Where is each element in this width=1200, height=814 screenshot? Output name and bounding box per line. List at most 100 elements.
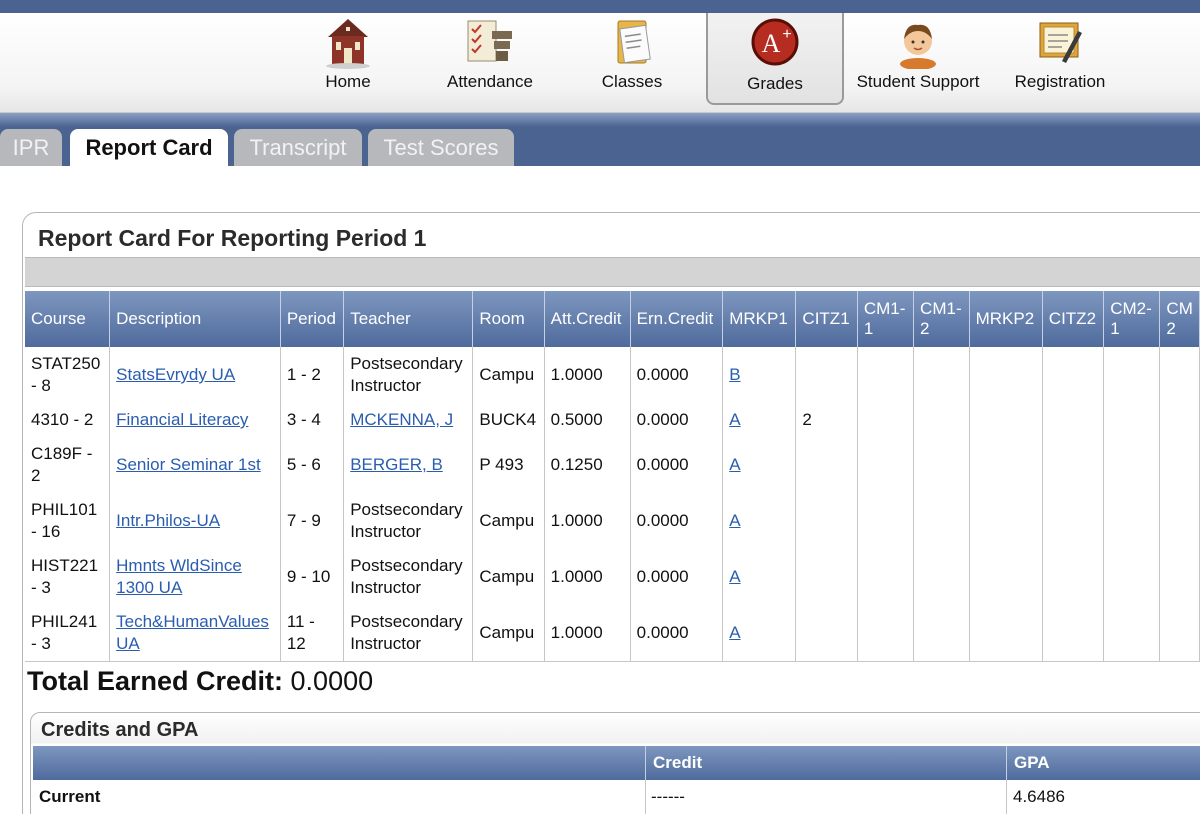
- cell-description: Tech&HumanValues UA: [109, 605, 281, 662]
- cell-course: STAT250 - 8: [25, 347, 111, 403]
- registration-form-icon: [1039, 22, 1082, 63]
- svg-text:A: A: [762, 29, 781, 58]
- cell-mrkp2: [969, 403, 1043, 437]
- cell-description-link[interactable]: Senior Seminar 1st: [116, 455, 261, 474]
- col-mrkp1: MRKP1: [722, 291, 797, 347]
- nav-grades[interactable]: A + Grades: [706, 13, 844, 105]
- cell-room: Campu: [472, 347, 545, 403]
- col-att-credit: Att.Credit: [544, 291, 631, 347]
- cell-mrkp1: A: [722, 549, 797, 605]
- cell-period: 3 - 4: [280, 403, 345, 437]
- cell-teacher: BERGER, B: [343, 437, 474, 493]
- table-row: STAT250 - 8 StatsEvrydy UA 1 - 2 Postsecond…: [25, 347, 1200, 403]
- subtab-bar: IPR Report Card Transcript Test Scores: [0, 113, 1200, 166]
- cell-teacher: Postsecondary Instructor: [343, 493, 474, 549]
- cell-cm1-1: [857, 549, 915, 605]
- nav-classes[interactable]: Classes: [590, 13, 674, 105]
- nav-home-label: Home: [325, 72, 371, 91]
- tab-report-card[interactable]: Report Card: [70, 129, 228, 166]
- cell-citz2: [1042, 493, 1105, 549]
- cell-room: P 493: [472, 437, 545, 493]
- credits-gpa-title: Credits and GPA: [41, 719, 199, 741]
- cell-mrkp1-link[interactable]: B: [729, 365, 740, 384]
- cell-citz2: [1042, 347, 1105, 403]
- cell-cm2-1: [1103, 493, 1161, 549]
- cell-description-link[interactable]: Intr.Philos-UA: [116, 511, 220, 530]
- total-earned-credit-label: Total Earned Credit:: [27, 666, 284, 696]
- cell-period: 9 - 10: [280, 549, 345, 605]
- cell-course: PHIL241 - 3: [25, 605, 111, 662]
- cell-mrkp1: A: [722, 403, 797, 437]
- gpa-row-label: Current: [39, 787, 101, 806]
- cell-mrkp2: [969, 605, 1043, 662]
- nav-registration-label: Registration: [1014, 72, 1106, 91]
- cell-period: 11 - 12: [280, 605, 345, 662]
- cell-course: 4310 - 2: [25, 403, 111, 437]
- cell-att-credit: 0.5000: [544, 403, 631, 437]
- cell-att-credit: 1.0000: [544, 605, 631, 662]
- report-card-title: Report Card For Reporting Period 1: [38, 225, 427, 251]
- cell-mrkp1-link[interactable]: A: [729, 410, 740, 429]
- gpa-row-gpa: 4.6486: [1013, 787, 1065, 806]
- cell-cm1-1: [857, 493, 915, 549]
- cell-ern-credit: 0.0000: [630, 605, 724, 662]
- cell-period: 5 - 6: [280, 437, 345, 493]
- cell-mrkp1-link[interactable]: A: [729, 455, 740, 474]
- cell-cm1-2: [913, 493, 970, 549]
- tab-transcript[interactable]: Transcript: [234, 129, 362, 166]
- top-accent-bar: [0, 0, 1200, 13]
- cell-cm1-1: [857, 403, 915, 437]
- col-citz2: CITZ2: [1042, 291, 1105, 347]
- cell-citz1: [795, 605, 858, 662]
- cell-att-credit: 1.0000: [544, 347, 631, 403]
- cell-description: Senior Seminar 1st: [109, 437, 281, 493]
- cell-citz1: [795, 347, 858, 403]
- cell-att-credit: 1.0000: [544, 493, 631, 549]
- gpa-row-current: Current ------ 4.6486: [33, 780, 1200, 814]
- cell-citz1: [795, 549, 858, 605]
- cell-period: 1 - 2: [280, 347, 345, 403]
- cell-ern-credit: 0.0000: [630, 403, 724, 437]
- cell-mrkp1-link[interactable]: A: [729, 623, 740, 642]
- cell-description-link[interactable]: StatsEvrydy UA: [116, 365, 235, 384]
- cell-cm1-1: [857, 605, 915, 662]
- cell-cm1-2: [913, 403, 970, 437]
- cell-teacher-link[interactable]: MCKENNA, J: [350, 410, 453, 429]
- tab-test-scores[interactable]: Test Scores: [368, 129, 514, 166]
- cell-period: 7 - 9: [280, 493, 345, 549]
- cell-mrkp1-link[interactable]: A: [729, 511, 740, 530]
- nav-grades-label: Grades: [747, 74, 803, 93]
- notebook-icon: [617, 20, 651, 64]
- cell-description-link[interactable]: Hmnts WldSince 1300 UA: [116, 556, 242, 597]
- cell-teacher-link[interactable]: BERGER, B: [350, 455, 443, 474]
- col-teacher: Teacher: [343, 291, 474, 347]
- cell-mrkp1: A: [722, 605, 797, 662]
- nav-registration[interactable]: Registration: [1006, 13, 1114, 105]
- nav-attendance[interactable]: Attendance: [440, 13, 540, 105]
- cell-room: Campu: [472, 605, 545, 662]
- cell-description-link[interactable]: Financial Literacy: [116, 410, 248, 429]
- cell-ern-credit: 0.0000: [630, 437, 724, 493]
- cell-description-link[interactable]: Tech&HumanValues UA: [116, 612, 269, 653]
- svg-text:+: +: [782, 26, 791, 43]
- tab-ipr[interactable]: IPR: [0, 129, 62, 166]
- cell-teacher: Postsecondary Instructor: [343, 549, 474, 605]
- cell-cm2-1: [1103, 403, 1161, 437]
- nav-student-support[interactable]: Student Support: [850, 13, 986, 105]
- table-row: 4310 - 2 Financial Literacy 3 - 4 MCKENNA, …: [25, 403, 1200, 437]
- col-cm2-1: CM2- 1: [1103, 291, 1161, 347]
- col-room: Room: [472, 291, 545, 347]
- col-cm1-2: CM1- 2: [913, 291, 970, 347]
- schoolhouse-icon: [326, 19, 370, 69]
- cell-course: HIST221 - 3: [25, 549, 111, 605]
- cell-mrkp2: [969, 437, 1043, 493]
- cell-mrkp1-link[interactable]: A: [729, 567, 740, 586]
- total-earned-credit: Total Earned Credit: 0.0000: [27, 666, 373, 697]
- cell-citz2: [1042, 403, 1105, 437]
- nav-home[interactable]: Home: [308, 13, 388, 105]
- col-citz1: CITZ1: [795, 291, 858, 347]
- col-description: Description: [109, 291, 281, 347]
- cell-description: Intr.Philos-UA: [109, 493, 281, 549]
- cell-att-credit: 0.1250: [544, 437, 631, 493]
- col-mrkp2: MRKP2: [969, 291, 1043, 347]
